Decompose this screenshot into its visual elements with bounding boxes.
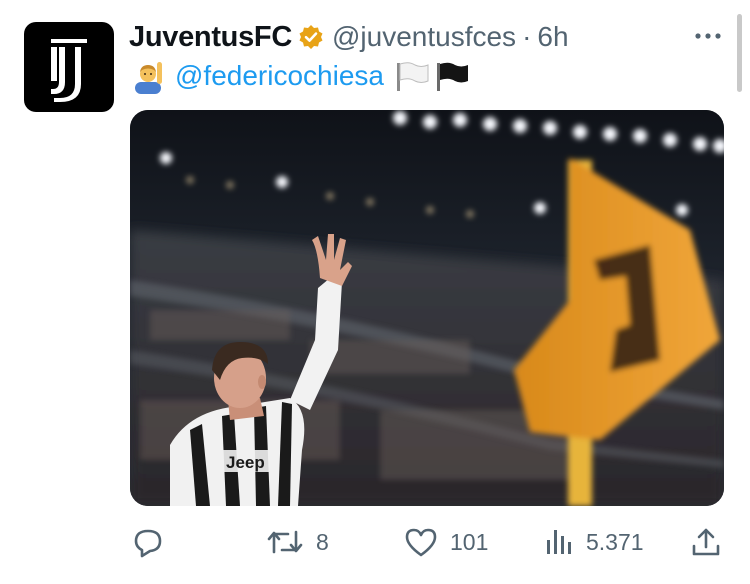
verified-badge-icon[interactable] [298,24,324,50]
views-button[interactable]: 5.371 [544,520,644,564]
avatar[interactable] [24,22,114,112]
scrollbar[interactable] [737,14,742,92]
share-icon [692,528,720,556]
white-flag-emoji [394,59,430,93]
tweet-header: JuventusFC @juventusfces · 6h [129,17,569,57]
black-flag-emoji [434,59,470,93]
tweet-photo[interactable]: Jeep [130,110,724,506]
retweet-count: 8 [316,528,329,555]
tweet-text: @federicochiesa [131,56,474,96]
views-count: 5.371 [586,528,644,555]
person-raising-hand-emoji [131,58,165,94]
views-icon [547,530,571,554]
tweet[interactable]: JuventusFC @juventusfces · 6h @federicoc… [0,0,750,584]
timestamp[interactable]: 6h [537,21,568,53]
handle[interactable]: @juventusfces [332,21,516,53]
svg-text:Jeep: Jeep [226,453,265,472]
more-options-icon[interactable] [692,26,724,46]
mention-link[interactable]: @federicochiesa [175,60,384,92]
like-count: 101 [450,528,489,555]
action-bar: 8 101 5.371 [0,520,750,564]
retweet-icon [267,530,303,554]
juventus-logo-icon [51,39,87,102]
like-button[interactable]: 101 [404,520,488,564]
display-name[interactable]: JuventusFC [129,21,292,54]
separator-dot: · [522,21,532,52]
heart-icon [405,528,437,557]
player-waving-photo: Jeep [130,110,724,506]
reply-button[interactable] [132,520,176,564]
share-button[interactable] [690,520,722,564]
reply-icon [134,529,162,558]
retweet-button[interactable]: 8 [266,520,329,564]
